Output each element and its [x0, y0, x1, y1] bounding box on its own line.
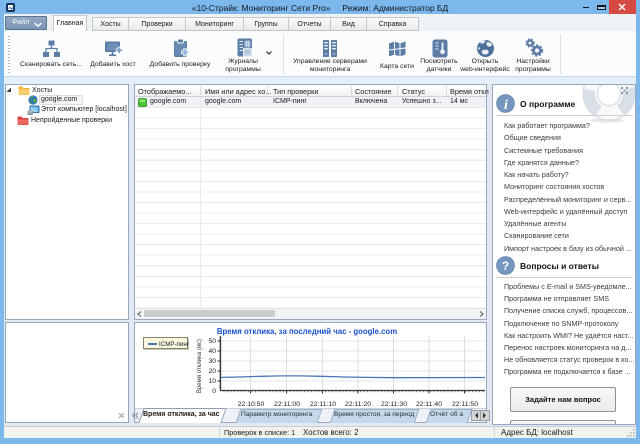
- svg-text:22:11:30: 22:11:30: [381, 401, 407, 408]
- svg-text:30: 30: [208, 358, 216, 365]
- svg-text:22:11:20: 22:11:20: [345, 401, 371, 408]
- svg-text:10: 10: [208, 378, 216, 385]
- svg-text:Время отклика (мс): Время отклика (мс): [197, 339, 203, 393]
- svg-text:22:11:40: 22:11:40: [416, 401, 442, 408]
- svg-text:40: 40: [208, 348, 216, 355]
- svg-text:i: i: [504, 98, 508, 113]
- svg-text:50: 50: [208, 338, 216, 345]
- svg-text:22:10:50: 22:10:50: [238, 401, 265, 408]
- svg-text:22:11:00: 22:11:00: [274, 401, 300, 408]
- svg-text:?: ?: [502, 259, 509, 273]
- svg-text:22:11:10: 22:11:10: [310, 401, 336, 408]
- svg-text:20: 20: [208, 368, 216, 375]
- svg-text:Время отклика, за последний ча: Время отклика, за последний час - google…: [217, 327, 397, 336]
- svg-text:22:11:50: 22:11:50: [452, 401, 478, 408]
- svg-text:0: 0: [212, 388, 216, 395]
